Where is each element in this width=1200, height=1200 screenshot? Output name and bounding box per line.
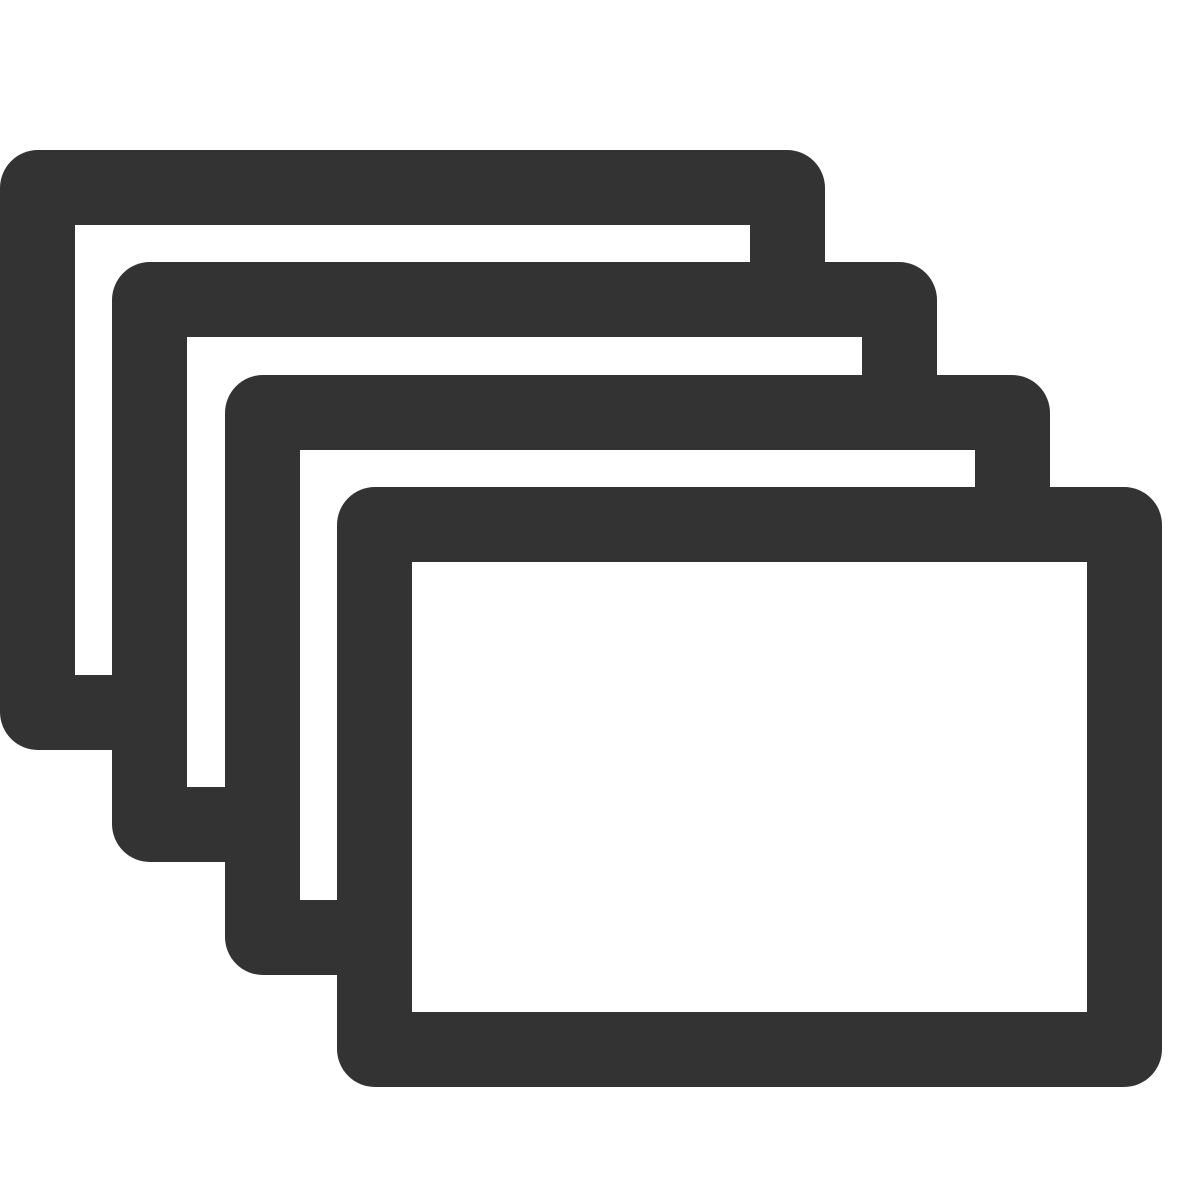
window-frame-4 [337, 487, 1162, 1087]
stacked-windows-icon [0, 150, 1162, 1087]
icon-canvas [0, 0, 1200, 1200]
